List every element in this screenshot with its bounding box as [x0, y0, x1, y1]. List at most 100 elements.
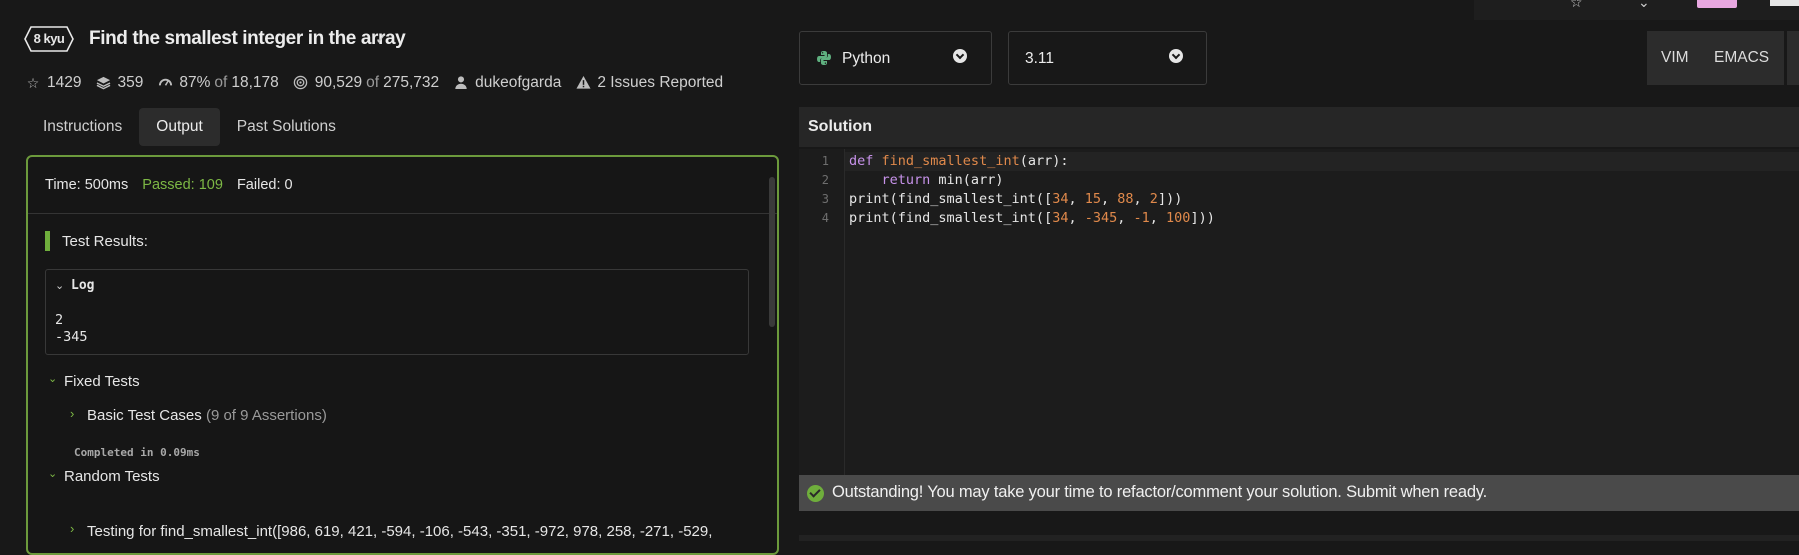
vim-button[interactable]: VIM — [1661, 31, 1689, 85]
code-text: , — [1149, 210, 1167, 226]
rank-badge: 8 kyu — [24, 26, 74, 52]
basic-test-cases[interactable]: Basic Test Cases (9 of 9 Assertions) — [87, 407, 327, 424]
chevron-down-icon — [1169, 49, 1183, 63]
code-line[interactable]: print(find_smallest_int([34, 15, 88, 2])… — [849, 191, 1182, 207]
satisfaction-of: of — [214, 74, 228, 91]
output-panel: Time: 500ms Passed: 109 Failed: 0 Test R… — [26, 155, 779, 555]
completed-stat: 90,529 of 275,732 — [293, 74, 439, 92]
satisfaction-stat: 87% of 18,178 — [157, 74, 279, 92]
kata-title[interactable]: Find the smallest integer in the array — [89, 28, 406, 50]
code-keyword: return — [881, 172, 931, 188]
code-number: 34 — [1052, 210, 1069, 226]
avatar[interactable] — [1697, 0, 1737, 8]
code-number: 15 — [1084, 191, 1101, 207]
chevron-right-icon[interactable]: › — [70, 406, 74, 421]
basic-test-cases-label: Basic Test Cases — [87, 407, 202, 424]
code-number: 88 — [1117, 191, 1134, 207]
chevron-down-icon[interactable]: ⌄ — [55, 279, 64, 292]
completed-of: of — [366, 74, 380, 91]
stars-count: 1429 — [47, 74, 82, 91]
title-check-icon: ✓ — [375, 31, 388, 48]
assertions-count: (9 of 9 Assertions) — [205, 407, 327, 424]
check-circle-icon — [807, 485, 824, 502]
star-icon[interactable]: ☆ — [1570, 0, 1583, 11]
collections-count: 359 — [117, 74, 144, 91]
tab-instructions[interactable]: Instructions — [26, 108, 139, 146]
code-text: min(arr) — [930, 172, 1004, 188]
emacs-button[interactable]: EMACS — [1714, 31, 1769, 85]
log-label[interactable]: Log — [71, 278, 94, 293]
line-number: 3 — [821, 192, 829, 206]
fixed-tests-label[interactable]: Fixed Tests — [64, 373, 140, 390]
code-function: find_smallest_int — [881, 153, 1020, 169]
issues-label: 2 Issues Reported — [597, 74, 724, 91]
satisfaction-rate: 87% — [179, 74, 211, 91]
code-text: , — [1133, 191, 1150, 207]
tab-output[interactable]: Output — [139, 108, 220, 146]
success-message: Outstanding! You may take your time to r… — [832, 483, 1488, 501]
kata-stats: ☆ 1429 359 87% of 18,178 90,529 of 275,7… — [25, 72, 737, 94]
solution-header: Solution — [799, 107, 1799, 147]
test-results-title: Test Results: — [62, 233, 148, 250]
stars-stat[interactable]: ☆ 1429 — [25, 74, 82, 92]
collections-stat[interactable]: 359 — [95, 74, 143, 92]
log-line: -345 — [55, 329, 88, 345]
author-stat[interactable]: dukeofgarda — [453, 74, 561, 92]
passed-count: Passed: 109 — [142, 177, 223, 193]
completed-in: Completed in 0.09ms — [74, 446, 200, 459]
line-number: 2 — [821, 173, 829, 187]
topbar-strip — [1474, 0, 1799, 20]
code-text: , — [1068, 210, 1085, 226]
output-scrollbar[interactable] — [769, 177, 775, 327]
code-line[interactable]: print(find_smallest_int([34, -345, -1, 1… — [849, 210, 1215, 226]
satisfaction-votes: 18,178 — [231, 74, 279, 91]
chevron-down-icon[interactable]: ⌄ — [48, 467, 57, 480]
code-line[interactable]: def find_smallest_int(arr): — [849, 153, 1068, 169]
menu-icon[interactable] — [1770, 0, 1799, 6]
log-box: ⌄ Log 2 -345 — [45, 269, 749, 355]
version-select[interactable]: 3.11 — [1008, 31, 1207, 85]
chevron-down-icon[interactable]: ⌄ — [48, 372, 57, 385]
random-tests-label[interactable]: Random Tests — [64, 468, 160, 485]
python-icon — [816, 50, 832, 66]
line-gutter: 1 2 3 4 — [799, 149, 845, 476]
code-text: ])) — [1157, 191, 1183, 207]
issues-stat[interactable]: 2 Issues Reported — [575, 74, 723, 92]
code-number: 2 — [1149, 191, 1158, 207]
failed-count: Failed: 0 — [236, 177, 293, 193]
code-text: , — [1101, 191, 1118, 207]
code-text: ])) — [1190, 210, 1215, 226]
user-icon — [453, 75, 469, 91]
panel-divider — [28, 213, 777, 214]
star-icon: ☆ — [26, 75, 40, 91]
chevron-down-icon[interactable]: ⌄ — [1638, 0, 1650, 11]
code-number: 100 — [1166, 210, 1191, 226]
gauge-icon — [157, 75, 173, 91]
code-number: -1 — [1133, 210, 1150, 226]
line-number: 4 — [821, 211, 829, 225]
code-text: , — [1117, 210, 1134, 226]
warning-icon — [575, 75, 591, 91]
mode-separator — [1784, 31, 1787, 85]
code-text: , — [1068, 191, 1085, 207]
layers-icon — [95, 75, 111, 91]
language-value: Python — [842, 50, 891, 67]
tab-past-solutions[interactable]: Past Solutions — [220, 108, 353, 146]
output-tabs: Instructions Output Past Solutions — [26, 108, 353, 146]
random-test-case[interactable]: Testing for find_smallest_int([986, 619,… — [87, 523, 712, 540]
chevron-right-icon[interactable]: › — [70, 521, 74, 536]
version-value: 3.11 — [1025, 50, 1055, 67]
bottom-strip — [799, 535, 1799, 541]
keybinding-modes: VIM EMACS — [1647, 31, 1799, 85]
completed-count: 90,529 — [314, 74, 363, 91]
code-line[interactable]: return min(arr) — [849, 172, 1004, 188]
code-keyword: def — [849, 153, 874, 169]
attempts-count: 275,732 — [383, 74, 440, 91]
code-editor[interactable]: 1 2 3 4 def find_smallest_int(arr): retu… — [799, 149, 1799, 476]
solution-title: Solution — [808, 118, 872, 135]
results-accent-bar — [45, 231, 50, 251]
chevron-down-icon — [953, 49, 967, 63]
language-select[interactable]: Python — [799, 31, 992, 85]
code-number: 34 — [1052, 191, 1069, 207]
